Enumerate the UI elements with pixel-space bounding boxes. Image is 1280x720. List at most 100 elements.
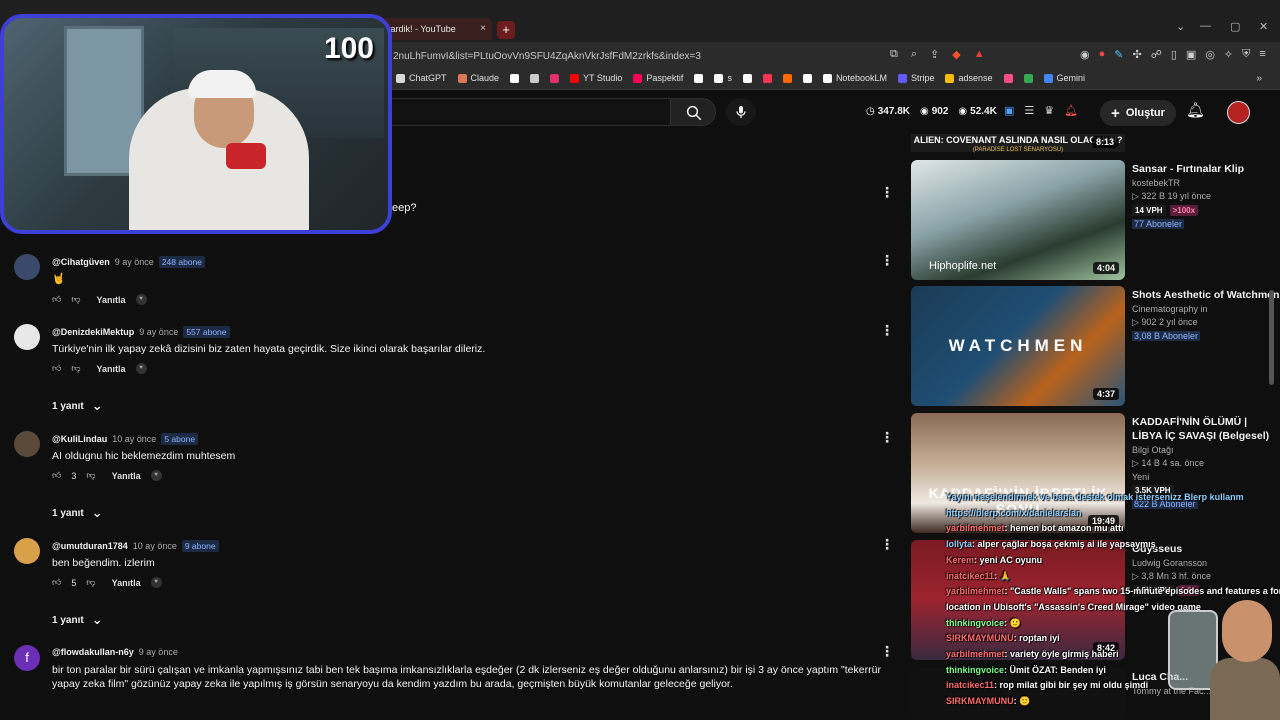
reply-button[interactable]: Yanıtla (112, 471, 141, 481)
extension-icon-2[interactable]: ● (1099, 48, 1106, 61)
video-thumbnail[interactable]: WATCHMEN 4:37 (911, 286, 1125, 406)
maximize-button[interactable]: ▢ (1230, 20, 1240, 33)
video-title[interactable]: Sansar - Fırtınalar Klip (1132, 162, 1280, 176)
bookmark-item[interactable]: adsense (945, 73, 993, 83)
alert-icon[interactable]: 🔔︎ (1064, 104, 1078, 117)
reply-button[interactable]: Yanıtla (97, 295, 126, 305)
comment-time[interactable]: 9 ay önce (139, 647, 178, 657)
avatar[interactable] (14, 431, 40, 457)
dislike-icon[interactable]: 👎︎ (71, 294, 80, 305)
avatar[interactable]: f (14, 645, 40, 671)
bookmark-item[interactable] (694, 73, 704, 83)
leo-icon[interactable]: ✧ (1224, 48, 1233, 61)
channel-name[interactable]: kostebekTR (1132, 178, 1280, 188)
like-icon[interactable]: 👍︎ (52, 294, 61, 305)
rewards-icon[interactable]: ▲ (974, 48, 985, 61)
like-icon[interactable]: 👍︎ (52, 577, 61, 588)
reply-button[interactable]: Yanıtla (97, 364, 126, 374)
dislike-icon[interactable]: 👎︎ (86, 470, 95, 481)
replies-toggle[interactable]: 1 yanıt ⌄ (52, 398, 103, 414)
bookmark-item[interactable]: Gemini (1043, 73, 1085, 83)
bookmark-item[interactable] (550, 73, 560, 83)
extension-icon-1[interactable]: ◉ (1080, 48, 1090, 61)
bookmark-item[interactable] (1003, 73, 1013, 83)
comment-author[interactable]: @umutduran1784 (52, 541, 128, 551)
comment-author[interactable]: @KuliLindau (52, 434, 107, 444)
video-thumbnail[interactable]: Hiphoplife.net 4:04 (911, 160, 1125, 280)
video-title[interactable]: Shots Aesthetic of Watchmen (1132, 288, 1280, 302)
video-info[interactable]: Shots Aesthetic of Watchmen Cinematograph… (1132, 288, 1280, 341)
bookmark-item[interactable] (1023, 73, 1033, 83)
comment-time[interactable]: 9 ay önce (115, 257, 154, 267)
video-info[interactable]: Sansar - Fırtınalar Klip kostebekTR ▷ 322 … (1132, 162, 1280, 229)
brave-shield-icon[interactable]: ◆ (952, 48, 960, 61)
more-options-icon[interactable]: ⋮ (880, 536, 894, 553)
trophy-icon[interactable]: ♛ (1044, 104, 1054, 117)
puzzle-icon[interactable]: ✣ (1132, 48, 1141, 61)
more-options-icon[interactable]: ⋮ (880, 643, 894, 660)
channel-name[interactable]: Bilgi Otağı (1132, 445, 1280, 455)
comment-author[interactable]: @DenizdekiMektup (52, 327, 134, 337)
account-avatar[interactable] (1227, 101, 1250, 124)
more-options-icon[interactable]: ⋮ (880, 252, 894, 269)
share-icon[interactable]: ⇪ (930, 48, 939, 61)
create-button[interactable]: + Oluştur (1100, 100, 1176, 126)
replies-toggle[interactable]: 1 yanıt ⌄ (52, 505, 103, 521)
comment-time[interactable]: 10 ay önce (112, 434, 156, 444)
like-icon[interactable]: 👍︎ (52, 470, 61, 481)
extension-icon-8[interactable]: ◎ (1205, 48, 1215, 61)
bookmark-item[interactable]: Stripe (897, 73, 934, 83)
search-button[interactable] (670, 98, 716, 126)
avatar[interactable] (14, 538, 40, 564)
replies-toggle[interactable]: 1 yanıt ⌄ (52, 612, 103, 628)
dislike-icon[interactable]: 👎︎ (86, 577, 95, 588)
like-icon[interactable]: 👍︎ (52, 363, 61, 374)
new-tab-button[interactable]: + (497, 21, 515, 39)
avatar[interactable] (14, 324, 40, 350)
bookmark-item[interactable] (782, 73, 792, 83)
window-close-button[interactable]: ✕ (1259, 20, 1268, 33)
vpn-icon[interactable]: ⛨ (1242, 48, 1250, 61)
more-options-icon[interactable]: ⋮ (880, 322, 894, 339)
bookmark-item[interactable]: Claude (457, 73, 499, 83)
list-icon[interactable]: ☰ (1024, 104, 1034, 117)
search-input[interactable] (380, 98, 670, 126)
comment-author[interactable]: @Cihatgüven (52, 257, 110, 267)
extension-icon-3[interactable]: ✎ (1114, 48, 1123, 61)
comment-time[interactable]: 10 ay önce (133, 541, 177, 551)
more-options-icon[interactable]: ⋮ (880, 184, 894, 201)
wallet-icon[interactable]: ▣ (1186, 48, 1196, 61)
bookmark-item[interactable] (762, 73, 772, 83)
bookmarks-more-icon[interactable]: » (1256, 73, 1262, 84)
bookmark-item[interactable]: ChatGPT (396, 73, 447, 83)
vidiq-icon[interactable]: ▣ (1004, 104, 1014, 117)
bookmark-item[interactable] (742, 73, 752, 83)
extension-icon-5[interactable]: ☍ (1151, 48, 1162, 61)
voice-search-button[interactable] (726, 98, 756, 126)
minimize-button[interactable]: — (1200, 20, 1211, 32)
video-title[interactable]: KADDAFİ'NİN ÖLÜMÜ | LİBYA İÇ SAVAŞI (Bel… (1132, 415, 1280, 443)
open-external-icon[interactable]: ⧉ (890, 48, 898, 61)
bookmark-item[interactable] (510, 73, 520, 83)
avatar[interactable] (14, 254, 40, 280)
comment-author[interactable]: @flowdakullan-n6y (52, 647, 134, 657)
bookmark-item[interactable]: Paspektif (633, 73, 683, 83)
url-field[interactable]: 2nuLhFumvI&list=PLtuOovVn9SFU4ZqAknVkrJs… (393, 51, 701, 62)
menu-icon[interactable]: ≡ (1259, 48, 1265, 61)
scrollbar[interactable] (1269, 290, 1274, 385)
bookmark-item[interactable]: YT Studio (570, 73, 622, 83)
zoom-icon[interactable]: ⌕ (911, 48, 917, 61)
chevron-down-icon[interactable]: ⌄ (1176, 20, 1185, 33)
channel-name[interactable]: Cinematography in (1132, 304, 1280, 314)
close-icon[interactable]: × (480, 23, 486, 34)
bookmark-item[interactable]: NotebookLM (822, 73, 887, 83)
more-options-icon[interactable]: ⋮ (880, 429, 894, 446)
reply-button[interactable]: Yanıtla (112, 578, 141, 588)
notifications-bell-icon[interactable]: 🔔︎ (1186, 101, 1205, 119)
bookmark-item[interactable] (802, 73, 812, 83)
bookmark-item[interactable]: s (714, 73, 732, 83)
browser-tab[interactable]: tardik! - YouTube × (380, 18, 492, 40)
dislike-icon[interactable]: 👎︎ (71, 363, 80, 374)
comment-time[interactable]: 9 ay önce (139, 327, 178, 337)
sidebar-icon[interactable]: ▯ (1171, 48, 1177, 61)
